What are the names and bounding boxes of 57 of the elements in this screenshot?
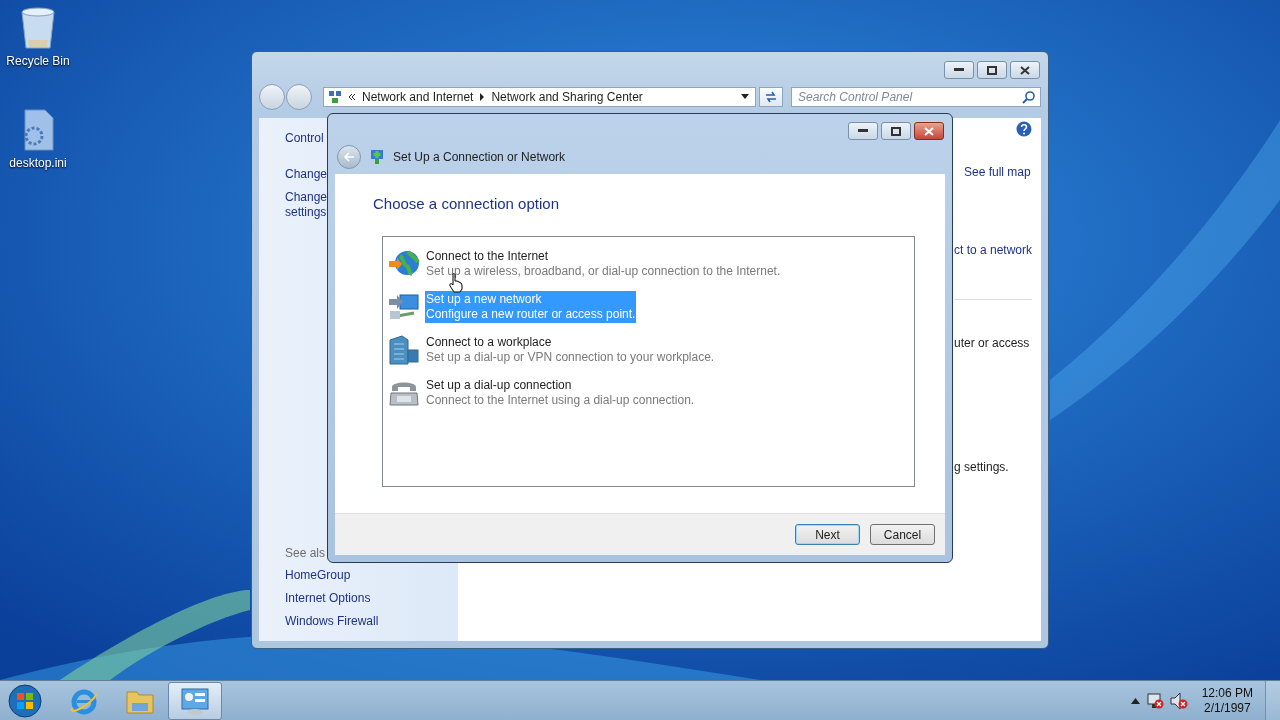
- option-item[interactable]: Connect to the Internet Set up a wireless, broadband, or dial-up connection to the Internet.: [425, 248, 782, 280]
- section-heading: See als: [285, 546, 326, 560]
- office-building-icon: [388, 334, 420, 366]
- close-icon: [924, 126, 934, 136]
- nav-link[interactable]: Windows Firewall: [285, 614, 379, 629]
- desktop-icon-label[interactable]: Recycle Bin: [6, 54, 70, 68]
- dropdown-icon[interactable]: [741, 94, 749, 100]
- search-field[interactable]: Search Control Panel: [791, 87, 1041, 107]
- maximize-button[interactable]: [881, 122, 911, 140]
- speaker-muted-icon[interactable]: [1169, 691, 1188, 710]
- maximize-button[interactable]: [977, 61, 1007, 79]
- refresh-button[interactable]: [759, 87, 783, 107]
- dialog-button[interactable]: Cancel: [870, 524, 935, 545]
- back-button[interactable]: [337, 145, 361, 169]
- nav-link[interactable]: Change settings: [285, 190, 325, 220]
- back-arrow-icon: [343, 152, 355, 162]
- clock[interactable]: 12:06 PM 2/1/1997: [1201, 685, 1253, 716]
- close-button[interactable]: [914, 122, 944, 140]
- nav-link[interactable]: Control: [285, 131, 324, 146]
- start-orb-icon: [8, 683, 42, 718]
- breadcrumb-item[interactable]: Network and Internet: [362, 90, 474, 104]
- network-error-icon[interactable]: [1145, 691, 1164, 710]
- caret-icon: [479, 93, 486, 101]
- caret-icon[interactable]: [1130, 697, 1140, 704]
- breadcrumb-item[interactable]: Network and Sharing Center: [491, 90, 643, 104]
- refresh-icon: [764, 91, 778, 103]
- close-button[interactable]: [1010, 61, 1040, 79]
- control-panel-icon: [180, 685, 210, 716]
- description-text: g settings.: [954, 460, 1009, 474]
- default-button[interactable]: Next: [795, 524, 860, 545]
- minimize-button[interactable]: [944, 61, 974, 79]
- network-plus-icon: [369, 149, 385, 165]
- link[interactable]: ct to a network: [954, 243, 1033, 257]
- link[interactable]: See full map: [964, 165, 1031, 179]
- recycle-bin-icon[interactable]: [19, 6, 57, 50]
- option-item[interactable]: Set up a dial-up connection Connect to the Internet using a dial-up connection.: [425, 377, 696, 409]
- maximize-icon: [891, 126, 901, 136]
- nav-link[interactable]: Change: [285, 167, 325, 182]
- address-bar[interactable]: Network and Internet Network and Sharing Center: [323, 87, 756, 107]
- maximize-icon: [987, 65, 997, 75]
- dialog-title: Set Up a Connection or Network: [393, 150, 566, 164]
- search-icon[interactable]: [1022, 91, 1035, 104]
- description-text: uter or access: [954, 336, 1030, 350]
- minimize-icon: [858, 129, 868, 133]
- help-icon[interactable]: [1016, 121, 1032, 137]
- desktop-icon-label[interactable]: desktop.ini: [9, 156, 67, 170]
- chevron-icon: [348, 93, 356, 101]
- close-icon: [1020, 65, 1030, 75]
- minimize-button[interactable]: [848, 122, 878, 140]
- nav-link[interactable]: HomeGroup: [285, 568, 351, 583]
- dialog-heading: Choose a connection option: [373, 195, 560, 212]
- control-panel-taskbar-button[interactable]: [168, 681, 222, 720]
- show-desktop-button[interactable]: [1265, 680, 1280, 720]
- nav-link[interactable]: Internet Options: [285, 591, 371, 606]
- option-item[interactable]: Connect to a workplace Set up a dial-up or VPN connection to your workplace.: [425, 334, 716, 366]
- minimize-icon: [954, 68, 964, 72]
- network-icon: [328, 90, 342, 104]
